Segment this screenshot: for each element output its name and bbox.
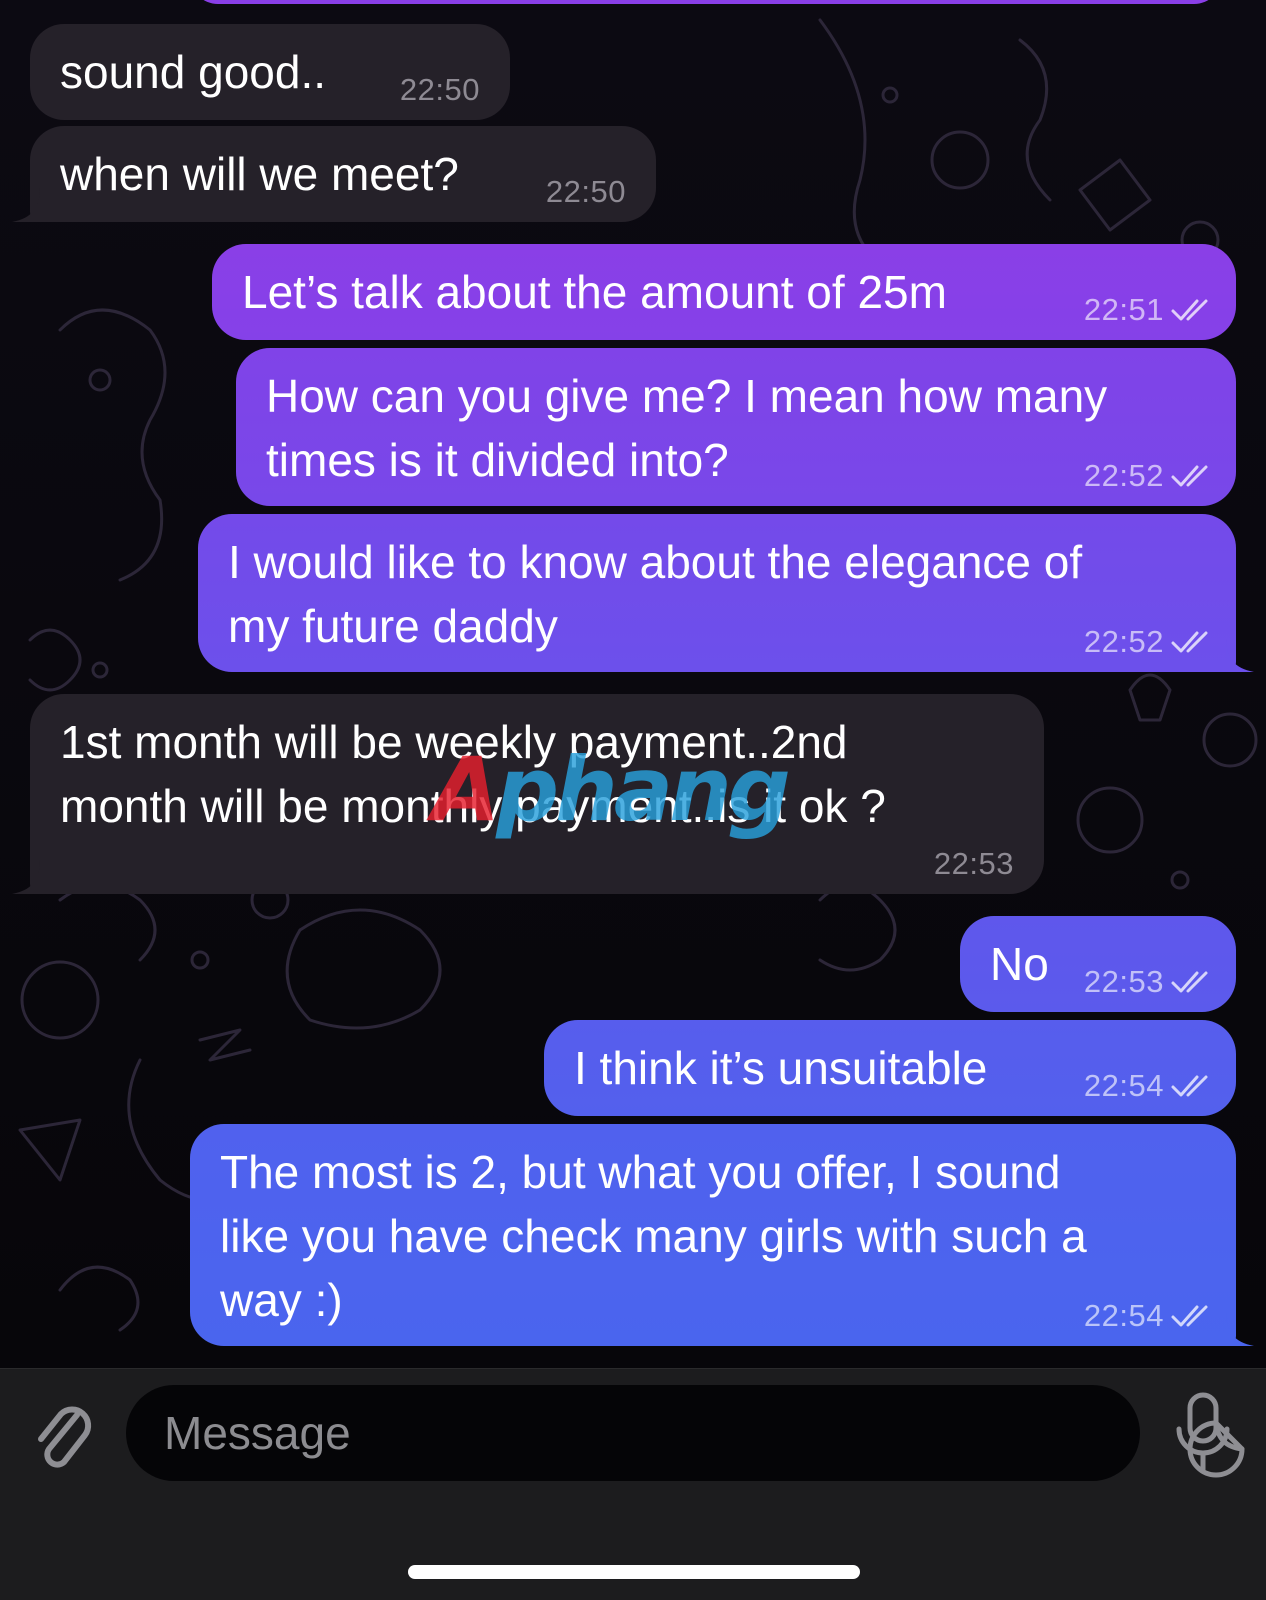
message-time: 22:51 [1083, 292, 1164, 327]
message-outgoing[interactable]: I would like to know about the elegance … [198, 514, 1254, 672]
message-meta: 22:54 [1084, 1298, 1214, 1334]
message-time: 22:50 [545, 174, 626, 209]
home-indicator[interactable] [408, 1565, 860, 1579]
bubble-tail [1226, 1312, 1254, 1346]
message-input[interactable] [164, 1385, 1044, 1481]
message-incoming[interactable]: sound good.. 22:50 [30, 24, 510, 120]
message-meta: 22:50 [546, 174, 626, 210]
message-meta: 22:54 [1084, 1068, 1214, 1104]
message-meta: 22:53 [1084, 964, 1214, 1000]
message-outgoing[interactable]: Let’s talk about the amount of 25m 22:51 [212, 244, 1236, 340]
message-meta: 22:52 [1084, 624, 1214, 660]
read-double-check-icon [1170, 297, 1214, 323]
watermark: Aphang [432, 738, 824, 842]
message-time: 22:54 [1083, 1068, 1164, 1103]
message-meta: 22:51 [1084, 292, 1214, 328]
message-composer [0, 1368, 1266, 1600]
message-time: 22:54 [1083, 1298, 1164, 1333]
previous-message-bubble[interactable] [190, 0, 1222, 4]
message-meta: 22:52 [1084, 458, 1214, 494]
message-field [126, 1385, 1245, 1481]
read-double-check-icon [1170, 463, 1214, 489]
watermark-tail: phang [496, 738, 791, 841]
read-double-check-icon [1170, 1303, 1214, 1329]
message-outgoing[interactable]: The most is 2, but what you offer, I sou… [190, 1124, 1254, 1346]
message-meta: 22:50 [400, 72, 480, 108]
message-outgoing[interactable]: No 22:53 [960, 916, 1236, 1012]
paperclip-icon [38, 1406, 92, 1468]
message-incoming[interactable]: when will we meet? 22:50 [12, 126, 656, 222]
bubble-tail [12, 188, 40, 222]
message-time: 22:53 [1083, 964, 1164, 999]
bubble-tail [12, 860, 40, 894]
message-meta: 22:53 [934, 846, 1014, 882]
read-double-check-icon [1170, 629, 1214, 655]
message-outgoing[interactable]: How can you give me? I mean how many tim… [236, 348, 1236, 506]
chat-screen: sound good.. 22:50 when will we meet? 22… [0, 0, 1266, 1600]
message-time: 22:52 [1083, 458, 1164, 493]
message-time: 22:53 [933, 846, 1014, 881]
bubble-tail [1226, 638, 1254, 672]
message-time: 22:52 [1083, 624, 1164, 659]
read-double-check-icon [1170, 1073, 1214, 1099]
message-time: 22:50 [399, 72, 480, 107]
attach-button[interactable] [26, 1391, 100, 1481]
voice-message-button[interactable] [1166, 1387, 1240, 1479]
read-double-check-icon [1170, 969, 1214, 995]
microphone-icon [1176, 1392, 1230, 1474]
message-outgoing[interactable]: I think it’s unsuitable 22:54 [544, 1020, 1236, 1116]
watermark-head: A [432, 738, 500, 841]
